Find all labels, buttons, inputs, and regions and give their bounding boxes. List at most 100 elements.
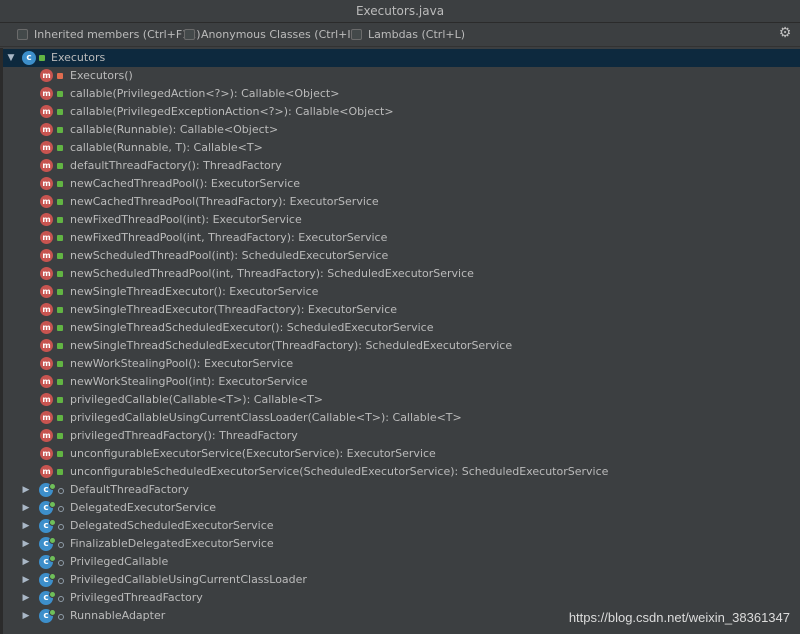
- method-icon: m: [40, 231, 53, 244]
- method-icon: m: [40, 375, 53, 388]
- tree-method-label: callable(PrivilegedAction<?>): Callable<…: [70, 87, 340, 100]
- tree-inner-class-row[interactable]: ▶ c DelegatedScheduledExecutorService: [3, 517, 800, 535]
- tree-method-label: newWorkStealingPool(): ExecutorService: [70, 357, 294, 370]
- method-icon: m: [40, 447, 53, 460]
- tree-inner-class-row[interactable]: ▶ c FinalizableDelegatedExecutorService: [3, 535, 800, 553]
- method-icon: m: [40, 69, 53, 82]
- inherited-members-label: Inherited members (Ctrl+F12): [34, 28, 201, 41]
- tree-inner-class-row[interactable]: ▶ c PrivilegedThreadFactory: [3, 589, 800, 607]
- structure-options-bar: Inherited members (Ctrl+F12) Anonymous C…: [0, 23, 800, 47]
- tree-method-row[interactable]: m callable(PrivilegedAction<?>): Callable…: [3, 85, 800, 103]
- tree-inner-class-row[interactable]: ▶ c DelegatedExecutorService: [3, 499, 800, 517]
- tree-method-row[interactable]: m newScheduledThreadPool(int): ScheduledE…: [3, 247, 800, 265]
- tree-inner-class-row[interactable]: ▶ c PrivilegedCallable: [3, 553, 800, 571]
- tree-method-row[interactable]: m newScheduledThreadPool(int, ThreadFacto…: [3, 265, 800, 283]
- static-icon: [49, 591, 56, 598]
- static-icon: [49, 519, 56, 526]
- method-icon: m: [40, 429, 53, 442]
- tree-method-label: callable(Runnable, T): Callable<T>: [70, 141, 263, 154]
- tree-method-label: Executors(): [70, 69, 133, 82]
- collapse-arrow-icon[interactable]: ▶: [21, 607, 31, 625]
- tree-method-row[interactable]: m callable(PrivilegedExceptionAction<?>):…: [3, 103, 800, 121]
- tree-method-label: unconfigurableScheduledExecutorService(S…: [70, 465, 609, 478]
- lambdas-label: Lambdas (Ctrl+L): [368, 28, 466, 41]
- tree-method-row[interactable]: m privilegedCallable(Callable<T>): Callab…: [3, 391, 800, 409]
- public-access-icon: [57, 325, 63, 331]
- anonymous-classes-toggle[interactable]: Anonymous Classes (Ctrl+I): [184, 27, 355, 42]
- tree-method-row[interactable]: m newSingleThreadExecutor(): ExecutorServ…: [3, 283, 800, 301]
- public-access-icon: [57, 469, 63, 475]
- tree-method-row[interactable]: m privilegedThreadFactory(): ThreadFactor…: [3, 427, 800, 445]
- tree-inner-class-label: DefaultThreadFactory: [70, 483, 189, 496]
- public-access-icon: [57, 415, 63, 421]
- tree-inner-class-label: FinalizableDelegatedExecutorService: [70, 537, 274, 550]
- tree-inner-class-row[interactable]: ▶ c DefaultThreadFactory: [3, 481, 800, 499]
- method-icon: m: [40, 87, 53, 100]
- tree-method-row[interactable]: m Executors(): [3, 67, 800, 85]
- collapse-arrow-icon[interactable]: ▶: [21, 517, 31, 535]
- class-icon: c: [22, 51, 36, 65]
- static-icon: [49, 609, 56, 616]
- static-icon: [49, 537, 56, 544]
- tree-root-executors[interactable]: ▼ c Executors: [3, 49, 800, 67]
- tree-inner-class-label: PrivilegedThreadFactory: [70, 591, 203, 604]
- method-icon: m: [40, 321, 53, 334]
- static-icon: [49, 573, 56, 580]
- tree-method-label: callable(PrivilegedExceptionAction<?>): …: [70, 105, 394, 118]
- tree-method-label: newFixedThreadPool(int): ExecutorService: [70, 213, 302, 226]
- inherited-members-checkbox[interactable]: [17, 29, 28, 40]
- tree-method-row[interactable]: m newSingleThreadScheduledExecutor(Thread…: [3, 337, 800, 355]
- public-access-icon: [57, 271, 63, 277]
- collapse-arrow-icon[interactable]: ▶: [21, 481, 31, 499]
- tree-inner-class-row[interactable]: ▶ c PrivilegedCallableUsingCurrentClassLoa…: [3, 571, 800, 589]
- tree-method-label: newSingleThreadScheduledExecutor(): Sche…: [70, 321, 434, 334]
- window-title: Executors.java: [0, 0, 800, 23]
- tree-method-row[interactable]: m callable(Runnable, T): Callable<T>: [3, 139, 800, 157]
- tree-method-label: privilegedCallableUsingCurrentClassLoade…: [70, 411, 462, 424]
- tree-method-row[interactable]: m newFixedThreadPool(int, ThreadFactory):…: [3, 229, 800, 247]
- tree-method-label: newSingleThreadExecutor(): ExecutorServi…: [70, 285, 319, 298]
- public-access-icon: [57, 145, 63, 151]
- collapse-arrow-icon[interactable]: ▶: [21, 535, 31, 553]
- lambdas-toggle[interactable]: Lambdas (Ctrl+L): [351, 27, 465, 42]
- package-access-icon: [58, 560, 64, 566]
- expand-arrow-icon[interactable]: ▼: [6, 49, 16, 67]
- package-access-icon: [58, 542, 64, 548]
- gear-icon[interactable]: ⚙: [778, 26, 792, 40]
- public-access-icon: [57, 163, 63, 169]
- tree-method-row[interactable]: m newSingleThreadScheduledExecutor(): Sch…: [3, 319, 800, 337]
- method-icon: m: [40, 285, 53, 298]
- tree-method-row[interactable]: m newSingleThreadExecutor(ThreadFactory):…: [3, 301, 800, 319]
- package-access-icon: [58, 578, 64, 584]
- collapse-arrow-icon[interactable]: ▶: [21, 553, 31, 571]
- tree-inner-class-label: DelegatedExecutorService: [70, 501, 216, 514]
- collapse-arrow-icon[interactable]: ▶: [21, 589, 31, 607]
- method-icon: m: [40, 465, 53, 478]
- method-icon: m: [40, 357, 53, 370]
- tree-method-row[interactable]: m callable(Runnable): Callable<Object>: [3, 121, 800, 139]
- tree-method-row[interactable]: m newWorkStealingPool(int): ExecutorServi…: [3, 373, 800, 391]
- tree-method-row[interactable]: m unconfigurableExecutorService(ExecutorS…: [3, 445, 800, 463]
- public-access-icon: [57, 433, 63, 439]
- tree-method-row[interactable]: m newFixedThreadPool(int): ExecutorServic…: [3, 211, 800, 229]
- lambdas-checkbox[interactable]: [351, 29, 362, 40]
- tree-method-row[interactable]: m unconfigurableScheduledExecutorService(…: [3, 463, 800, 481]
- public-access-icon: [57, 217, 63, 223]
- tree-method-row[interactable]: m privilegedCallableUsingCurrentClassLoad…: [3, 409, 800, 427]
- collapse-arrow-icon[interactable]: ▶: [21, 571, 31, 589]
- tree-method-row[interactable]: m newCachedThreadPool(): ExecutorService: [3, 175, 800, 193]
- tree-method-row[interactable]: m defaultThreadFactory(): ThreadFactory: [3, 157, 800, 175]
- tree-method-label: newWorkStealingPool(int): ExecutorServic…: [70, 375, 308, 388]
- anonymous-classes-label: Anonymous Classes (Ctrl+I): [201, 28, 355, 41]
- public-access-icon: [57, 397, 63, 403]
- tree-method-label: callable(Runnable): Callable<Object>: [70, 123, 279, 136]
- tree-method-label: newFixedThreadPool(int, ThreadFactory): …: [70, 231, 388, 244]
- package-access-icon: [58, 506, 64, 512]
- tree-method-row[interactable]: m newWorkStealingPool(): ExecutorService: [3, 355, 800, 373]
- inherited-members-toggle[interactable]: Inherited members (Ctrl+F12): [17, 27, 201, 42]
- package-access-icon: [58, 614, 64, 620]
- tree-method-row[interactable]: m newCachedThreadPool(ThreadFactory): Exe…: [3, 193, 800, 211]
- public-access-icon: [57, 451, 63, 457]
- anonymous-classes-checkbox[interactable]: [184, 29, 195, 40]
- collapse-arrow-icon[interactable]: ▶: [21, 499, 31, 517]
